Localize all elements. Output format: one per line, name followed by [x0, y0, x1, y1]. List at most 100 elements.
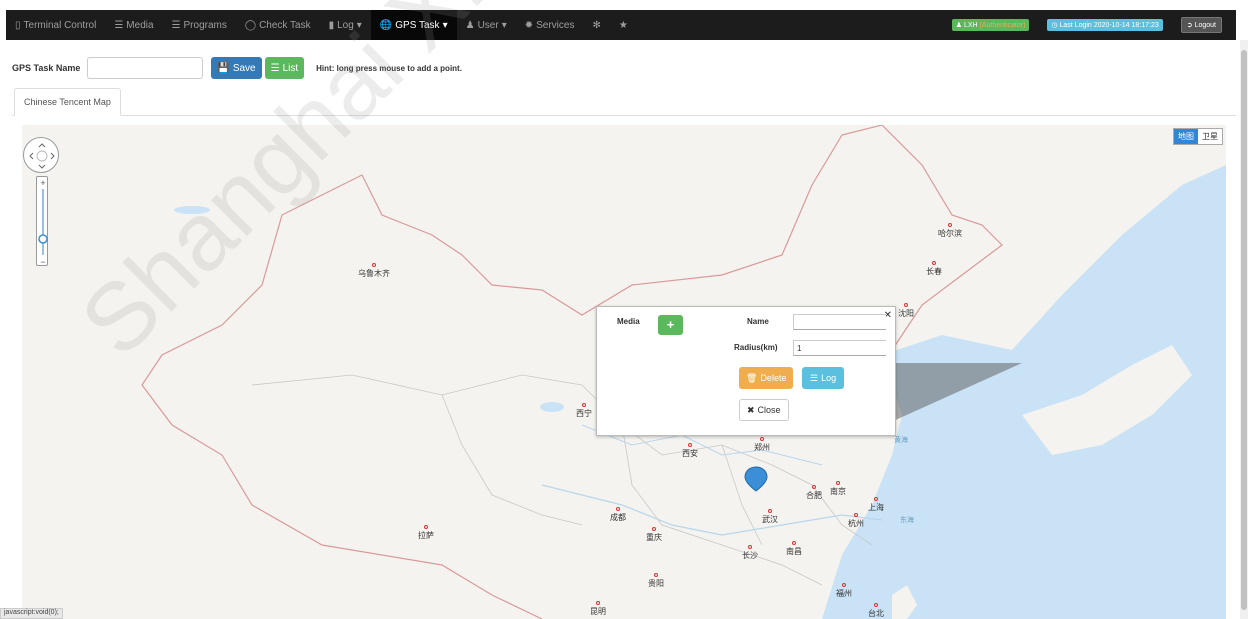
- city-label: 长春: [926, 261, 942, 277]
- city-dot-icon: [688, 443, 692, 447]
- city-label: 上海: [868, 497, 884, 513]
- city-label: 长沙: [742, 545, 758, 561]
- hint-text: Hint: long press mouse to add a point.: [316, 63, 462, 73]
- nav-media[interactable]: ☰ Media: [105, 10, 162, 40]
- city-label: 合肥: [806, 485, 822, 501]
- city-dot-icon: [932, 261, 936, 265]
- lake: [540, 402, 564, 412]
- list-icon: ☰: [810, 372, 819, 383]
- radius-input[interactable]: [793, 340, 886, 356]
- task-toolbar: GPS Task Name 💾 Save ☰ List Hint: long p…: [12, 57, 462, 79]
- nav-log[interactable]: ▮ Log ▾: [320, 10, 371, 40]
- status-bar: javascript:void(0);: [0, 608, 63, 619]
- nav-right-group: ♟ LXH (Authenticator) ◷ Last Login 2020-…: [951, 10, 1236, 40]
- add-media-button[interactable]: +: [658, 315, 683, 335]
- name-label: Name: [747, 317, 769, 326]
- zoom-slider-graphic: + −: [38, 178, 48, 267]
- zoom-out-icon: −: [40, 257, 45, 267]
- caret-down-icon: ▾: [442, 19, 448, 31]
- delete-button[interactable]: 🗑 Delete: [739, 367, 794, 389]
- list-icon: ☰: [270, 62, 280, 74]
- city-dot-icon: [904, 303, 908, 307]
- sea-label: 黄海: [894, 437, 908, 444]
- city-dot-icon: [652, 527, 656, 531]
- city-label: 南京: [830, 481, 846, 497]
- user-badge[interactable]: ♟ LXH (Authenticator): [951, 19, 1030, 31]
- scrollbar-thumb[interactable]: [1241, 50, 1247, 610]
- gear-icon: ✹: [524, 19, 534, 31]
- map-type-map-button[interactable]: 地图: [1174, 129, 1198, 144]
- city-dot-icon: [748, 545, 752, 549]
- tab-chinese-tencent-map[interactable]: Chinese Tencent Map: [14, 88, 121, 116]
- save-button[interactable]: 💾 Save: [211, 57, 262, 79]
- caret-down-icon: ▾: [501, 19, 507, 31]
- map-canvas[interactable]: 哈尔滨 长春 沈阳 乌鲁木齐 西宁 西安 郑州 合肥 南京 上海 杭州 武汉 成…: [22, 125, 1226, 619]
- sea-label: 东海: [900, 517, 914, 524]
- star-icon: ★: [618, 19, 628, 31]
- city-label: 哈尔滨: [938, 223, 962, 239]
- list-icon: ☰: [114, 19, 124, 31]
- lake: [174, 206, 210, 214]
- location-marker-icon[interactable]: [744, 466, 768, 492]
- plus-icon: +: [666, 317, 675, 332]
- pan-control[interactable]: [23, 137, 59, 173]
- city-dot-icon: [948, 223, 952, 227]
- nav-terminal-control[interactable]: ▯ Terminal Control: [6, 10, 105, 40]
- city-dot-icon: [596, 601, 600, 605]
- city-label: 福州: [836, 583, 852, 599]
- nav-check-task[interactable]: ◯ Check Task: [236, 10, 320, 40]
- city-dot-icon: [874, 497, 878, 501]
- map-type-switch: 地图 卫星: [1173, 128, 1223, 145]
- city-label: 武汉: [762, 509, 778, 525]
- city-dot-icon: [874, 603, 878, 607]
- city-dot-icon: [424, 525, 428, 529]
- logout-button[interactable]: ➲ Logout: [1180, 17, 1222, 33]
- check-circle-icon: ◯: [244, 19, 257, 31]
- list-button[interactable]: ☰ List: [264, 57, 305, 79]
- name-input[interactable]: [793, 314, 886, 330]
- nav-star[interactable]: ★: [610, 10, 637, 40]
- nav-programs[interactable]: ☰ Programs: [163, 10, 236, 40]
- page-scrollbar[interactable]: [1240, 40, 1248, 619]
- city-dot-icon: [792, 541, 796, 545]
- asterisk-icon: ✻: [592, 19, 601, 31]
- nav-services[interactable]: ✹ Services: [516, 10, 584, 40]
- city-label: 重庆: [646, 527, 662, 543]
- city-dot-icon: [654, 573, 658, 577]
- map-navigation-control: + −: [22, 129, 62, 267]
- zoom-handle-icon: [38, 234, 48, 244]
- radius-label: Radius(km): [734, 343, 778, 352]
- nav-user[interactable]: ♟ User ▾: [457, 10, 516, 40]
- city-label: 拉萨: [418, 525, 434, 541]
- city-dot-icon: [372, 263, 376, 267]
- logout-icon: ➲: [1186, 22, 1193, 29]
- nav-asterisk[interactable]: ✻: [583, 10, 609, 40]
- zoom-in-icon: +: [40, 178, 45, 188]
- map-type-satellite-button[interactable]: 卫星: [1198, 129, 1222, 144]
- clock-icon: ◷: [1051, 22, 1058, 29]
- city-label: 乌鲁木齐: [358, 263, 390, 279]
- zoom-slider[interactable]: + −: [36, 176, 48, 267]
- city-dot-icon: [812, 485, 816, 489]
- city-label: 杭州: [848, 513, 864, 529]
- nav-gps-task[interactable]: 🌐 GPS Task ▾: [370, 10, 457, 40]
- border-north: [281, 125, 1003, 336]
- task-name-input[interactable]: [87, 57, 204, 79]
- close-button[interactable]: ✖ Close: [739, 399, 789, 421]
- close-icon: ✖: [747, 404, 755, 415]
- task-name-label: GPS Task Name: [12, 63, 81, 73]
- save-icon: 💾: [217, 62, 230, 74]
- pan-arrows-icon: [29, 143, 55, 169]
- city-dot-icon: [760, 437, 764, 441]
- tablet-icon: ▯: [15, 19, 21, 31]
- top-navbar: ▯ Terminal Control ☰ Media ☰ Programs ◯ …: [6, 10, 1236, 40]
- city-label: 沈阳: [898, 303, 914, 319]
- city-label: 贵阳: [648, 573, 664, 589]
- city-label: 南昌: [786, 541, 802, 557]
- log-button[interactable]: ☰ Log: [802, 367, 845, 389]
- user-icon: ♟: [955, 22, 962, 29]
- city-label: 台北: [868, 603, 884, 619]
- city-label: 西宁: [576, 403, 592, 419]
- media-label: Media: [617, 317, 640, 326]
- point-info-popup: ✕ Media + Name Radius(km) 🗑 Delete ☰ Log…: [596, 306, 896, 436]
